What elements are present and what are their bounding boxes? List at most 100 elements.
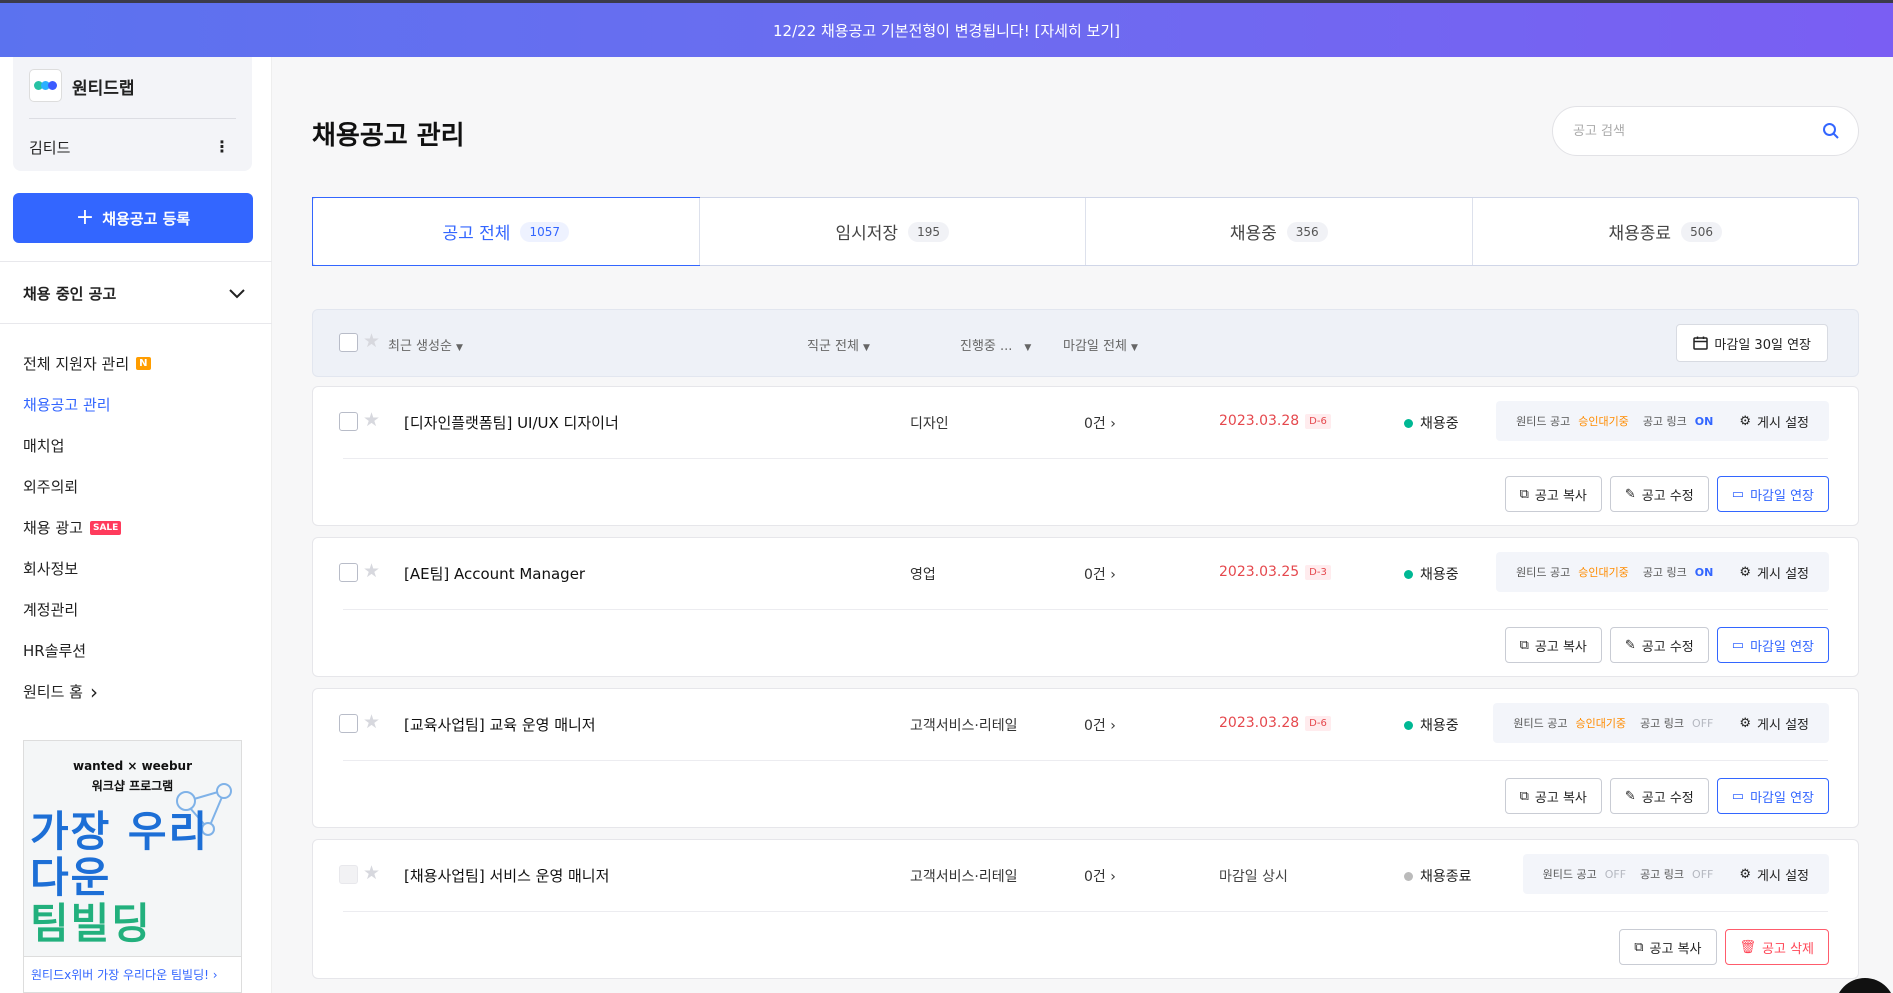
posting-checkbox[interactable] xyxy=(339,563,358,582)
more-menu-icon[interactable]: ⋮ xyxy=(214,137,230,156)
star-icon[interactable]: ★ xyxy=(363,332,380,351)
copy-label: 공고 복사 xyxy=(1534,790,1587,806)
posting-card: ★ [AE팀] Account Manager 영업 0건 › 2023.03.… xyxy=(312,537,1859,677)
publish-setting-button[interactable]: ⚙ 게시 설정 xyxy=(1739,865,1809,884)
deadline-filter-label: 마감일 전체 xyxy=(1063,339,1127,354)
tab-label: 임시저장 xyxy=(835,224,899,244)
chevron-right-icon: › xyxy=(1110,718,1116,734)
divider xyxy=(343,609,1828,610)
tab-hiring[interactable]: 채용중 356 xyxy=(1085,198,1472,265)
applicant-count-link[interactable]: 0건 › xyxy=(1084,715,1116,735)
star-icon[interactable]: ★ xyxy=(363,864,380,883)
star-icon[interactable]: ★ xyxy=(363,713,380,732)
sidebar-item-outsourcing[interactable]: 외주의뢰 xyxy=(23,476,78,497)
copy-posting-button[interactable]: ⧉ 공고 복사 xyxy=(1619,929,1717,965)
search-input[interactable] xyxy=(1573,123,1813,139)
applicant-count-link[interactable]: 0건 › xyxy=(1084,564,1116,584)
divider xyxy=(0,323,272,324)
posting-deadline: 2023.03.28 D-6 xyxy=(1219,715,1331,731)
sidebar-item-applicants[interactable]: 전체 지원자 관리 N xyxy=(23,353,151,374)
copy-icon: ⧉ xyxy=(1519,486,1529,502)
applicant-count: 0건 xyxy=(1084,718,1106,734)
edit-posting-button[interactable]: ✎ 공고 수정 xyxy=(1609,476,1709,512)
posting-status: 채용중 xyxy=(1404,715,1459,735)
sidebar-item-account[interactable]: 계정관리 xyxy=(23,599,78,620)
promo-banner[interactable]: wanted × weebur 워크샵 프로그램 가장 우리다운 팀빌딩 원티드… xyxy=(23,740,242,993)
progress-filter-label: 진행중 ... xyxy=(960,339,1013,354)
extend-deadline-button[interactable]: ▭ 마감일 연장 xyxy=(1716,778,1829,814)
search-box[interactable] xyxy=(1552,106,1859,156)
chevron-right-icon: › xyxy=(1110,567,1116,583)
sort-dropdown[interactable]: 최근 생성순 ▼ xyxy=(388,335,463,354)
extend-label: 마감일 연장 xyxy=(1750,488,1814,504)
posting-checkbox[interactable] xyxy=(339,412,358,431)
posting-actions: ⧉ 공고 복사 🗑 공고 삭제 xyxy=(1619,929,1829,965)
sidebar-item-hr-solution[interactable]: HR솔루션 xyxy=(23,640,86,661)
job-filter-dropdown[interactable]: 직군 전체 ▼ xyxy=(807,335,870,354)
promo-link[interactable]: 원티드x위버 가장 우리다운 팀빌딩! › xyxy=(24,956,241,992)
sidebar-item-matchup[interactable]: 매치업 xyxy=(23,435,64,456)
publish-setting-button[interactable]: ⚙ 게시 설정 xyxy=(1739,412,1809,431)
posting-title[interactable]: [AE팀] Account Manager xyxy=(404,563,585,584)
divider xyxy=(343,760,1828,761)
page-title: 채용공고 관리 xyxy=(312,121,465,151)
select-all-checkbox[interactable] xyxy=(339,333,358,352)
extend-label: 마감일 연장 xyxy=(1750,790,1814,806)
posting-status: 채용종료 xyxy=(1404,866,1472,886)
caret-down-icon: ▼ xyxy=(862,343,870,353)
search-icon[interactable] xyxy=(1822,122,1840,140)
announcement-bar[interactable]: 12/22 채용공고 기본전형이 변경됩니다! [자세히 보기] xyxy=(0,0,1893,57)
tab-count: 195 xyxy=(908,221,949,242)
posting-title[interactable]: [채용사업팀] 서비스 운영 매니저 xyxy=(404,865,609,886)
sidebar-item-ads[interactable]: 채용 광고 SALE xyxy=(23,517,122,538)
caret-down-icon: ▼ xyxy=(455,343,463,353)
company-card: 원티드랩 김티드 ⋮ xyxy=(13,57,252,171)
extend-all-button[interactable]: 마감일 30일 연장 xyxy=(1676,324,1828,362)
progress-filter-dropdown[interactable]: 진행중 ... ▼ xyxy=(960,335,1031,354)
tab-draft[interactable]: 임시저장 195 xyxy=(698,198,1086,265)
posting-title[interactable]: [디자인플랫폼팀] UI/UX 디자이너 xyxy=(404,412,619,433)
calendar-icon: ▭ xyxy=(1731,486,1745,502)
deadline-filter-dropdown[interactable]: 마감일 전체 ▼ xyxy=(1063,335,1138,354)
publish-info: 원티드 공고 승인대기중 공고 링크 ON ⚙ 게시 설정 xyxy=(1496,552,1829,592)
edit-posting-button[interactable]: ✎ 공고 수정 xyxy=(1609,778,1709,814)
edit-label: 공고 수정 xyxy=(1641,790,1694,806)
posting-actions: ⧉ 공고 복사 ✎ 공고 수정 ▭ 마감일 연장 xyxy=(1504,476,1829,512)
announcement-text[interactable]: 12/22 채용공고 기본전형이 변경됩니다! [자세히 보기] xyxy=(773,20,1120,41)
sidebar-item-company-info[interactable]: 회사정보 xyxy=(23,558,78,579)
tab-closed[interactable]: 채용종료 506 xyxy=(1471,198,1859,265)
deadline-date: 마감일 상시 xyxy=(1219,869,1288,885)
copy-posting-button[interactable]: ⧉ 공고 복사 xyxy=(1504,476,1602,512)
copy-posting-button[interactable]: ⧉ 공고 복사 xyxy=(1504,778,1602,814)
extend-deadline-button[interactable]: ▭ 마감일 연장 xyxy=(1716,627,1829,663)
posting-link-status: ON xyxy=(1694,414,1714,428)
dday-badge: D-3 xyxy=(1305,564,1331,580)
posting-status: 채용중 xyxy=(1404,413,1459,433)
applicant-count-link[interactable]: 0건 › xyxy=(1084,866,1116,886)
wanted-posting-label: 원티드 공고 xyxy=(1516,415,1571,428)
publish-setting-button[interactable]: ⚙ 게시 설정 xyxy=(1739,563,1809,582)
active-postings-dropdown[interactable]: 채용 중인 공고 xyxy=(23,283,245,304)
dday-badge: D-6 xyxy=(1305,715,1331,731)
edit-posting-button[interactable]: ✎ 공고 수정 xyxy=(1609,627,1709,663)
new-badge: N xyxy=(136,357,151,370)
sidebar-item-postings[interactable]: 채용공고 관리 xyxy=(23,394,111,415)
sort-label: 최근 생성순 xyxy=(388,339,452,354)
extend-deadline-button[interactable]: ▭ 마감일 연장 xyxy=(1716,476,1829,512)
wanted-posting-label: 원티드 공고 xyxy=(1513,717,1568,730)
tab-count: 356 xyxy=(1286,221,1328,242)
posting-title[interactable]: [교육사업팀] 교육 운영 매니저 xyxy=(404,714,596,735)
register-posting-button[interactable]: + 채용공고 등록 xyxy=(13,193,253,243)
posting-checkbox[interactable] xyxy=(339,714,358,733)
star-icon[interactable]: ★ xyxy=(363,411,380,430)
copy-posting-button[interactable]: ⧉ 공고 복사 xyxy=(1504,627,1602,663)
edit-label: 공고 수정 xyxy=(1641,488,1694,504)
star-icon[interactable]: ★ xyxy=(363,562,380,581)
publish-setting-button[interactable]: ⚙ 게시 설정 xyxy=(1739,714,1809,733)
applicant-count-link[interactable]: 0건 › xyxy=(1084,413,1116,433)
delete-posting-button[interactable]: 🗑 공고 삭제 xyxy=(1724,929,1829,965)
sidebar-item-label: 채용 광고 xyxy=(23,519,83,537)
status-dot xyxy=(1404,720,1413,730)
tab-all[interactable]: 공고 전체 1057 xyxy=(312,197,700,266)
sidebar-item-wanted-home[interactable]: 원티드 홈 › xyxy=(23,681,98,702)
